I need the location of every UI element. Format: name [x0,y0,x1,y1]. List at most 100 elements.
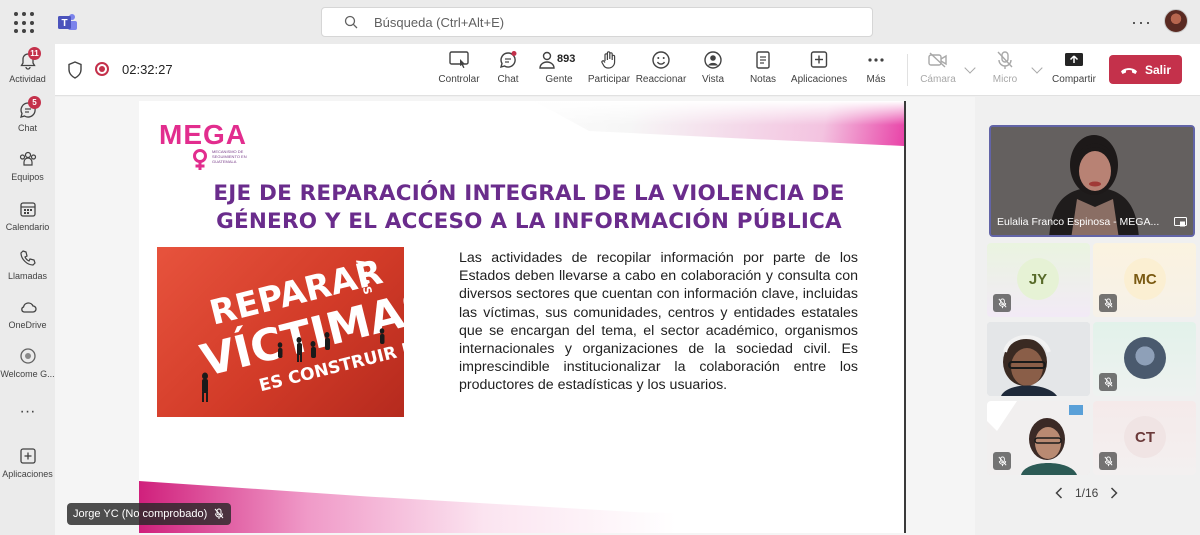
mic-button[interactable]: Micro [976,50,1034,85]
participant-tile-jy[interactable]: JY [987,243,1090,317]
decorative-band-top [534,101,904,146]
decorative-band-bottom [139,481,904,533]
share-screen-control-icon [449,51,469,69]
react-button[interactable]: Reaccionar [632,50,690,85]
participant-video [987,322,1090,396]
leave-meeting-button[interactable]: Salir [1109,55,1182,84]
rail-item-label: Aplicaciones [2,469,53,479]
mega-logo-text: MEGA [159,119,247,150]
people-count: 893 [557,53,576,65]
participant-tile-video-man[interactable] [987,322,1090,396]
female-symbol-icon [193,149,207,170]
shield-icon[interactable] [67,61,83,79]
meeting-toolbar: 02:32:27 Controlar Chat 893 Gente Partic… [55,44,1200,96]
mic-off-icon [1103,455,1113,466]
leave-label: Salir [1144,62,1171,77]
emoji-icon [652,51,670,69]
presentation-slide: MEGA MECANISMO DE SEGUIMIENTO EN GUATEMA… [139,101,906,533]
apps-button[interactable]: Aplicaciones [788,50,850,85]
participant-tile-ct[interactable]: CT [1093,401,1196,475]
raise-hand-icon [601,51,616,69]
rail-item-equipos[interactable]: Equipos [0,149,55,182]
rail-item-label: Chat [17,123,37,133]
toolbar-divider [907,54,908,86]
chat-icon [499,51,517,69]
mic-off-icon [1103,376,1113,387]
rail-item-calendario[interactable]: Calendario [0,199,55,232]
rail-item-label: Actividad [9,74,46,84]
participant-tile-mc[interactable]: MC [1093,243,1196,317]
rail-item-label: Calendario [5,222,50,232]
mic-off-indicator [993,294,1011,312]
reparar-victimas-image: REPARAR A LAS VÍCTIMAS ES CONSTRUIR PAZ [157,247,404,417]
more-options-button[interactable]: ··· [1131,12,1152,33]
rail-item-aplicaciones[interactable]: Aplicaciones [0,446,55,479]
profile-avatar[interactable] [1164,9,1188,33]
toolbar-label: Participar [587,74,631,85]
toolbar-label: Aplicaciones [790,74,848,85]
notes-button[interactable]: Notas [734,50,792,85]
rail-item-label: Llamadas [7,271,48,281]
svg-text:T: T [61,18,67,29]
mic-off-indicator [1099,452,1117,470]
rail-item-llamadas[interactable]: Llamadas [0,248,55,281]
slide-title: EJE DE REPARACIÓN INTEGRAL DE LA VIOLENC… [189,180,869,236]
raise-hand-button[interactable]: Participar [580,50,638,85]
chat-badge: 5 [28,96,41,109]
teams-logo-icon: T [58,14,77,30]
more-actions-button[interactable]: Más [847,50,905,85]
rail-more-apps-button[interactable]: ··· [0,400,55,421]
share-icon [1065,53,1083,66]
meeting-timer: 02:32:27 [122,62,173,77]
mic-off-icon [997,297,1007,308]
gallery-page-indicator: 1/16 [1075,486,1099,500]
rail-item-chat[interactable]: 5 Chat [0,96,55,133]
mural-illustration: REPARAR A LAS VÍCTIMAS ES CONSTRUIR PAZ [195,252,404,402]
mic-off-icon [214,508,224,519]
mic-off-icon [1103,297,1113,308]
rail-item-welcome[interactable]: Welcome G... [0,346,55,379]
rail-item-onedrive[interactable]: OneDrive [0,297,55,330]
mega-logo-subtitle: MECANISMO DE SEGUIMIENTO EN GUATEMALA [212,149,247,164]
search-box[interactable]: Búsqueda (Ctrl+Alt+E) [321,7,873,37]
participant-tile-photo[interactable] [1093,322,1196,396]
notes-icon [756,51,770,69]
camera-button[interactable]: Cámara [909,50,967,85]
camera-off-icon [928,52,947,68]
mic-off-icon [997,51,1013,69]
participant-tile-video-woman[interactable] [987,401,1090,475]
presenter-name-tag: Jorge YC (No comprobado) [67,503,232,525]
presenter-name: Jorge YC (No comprobado) [73,508,208,520]
toolbar-label: Notas [749,74,777,85]
teams-icon [19,151,36,166]
gallery-pager: 1/16 [1055,486,1118,500]
view-icon [704,51,722,69]
phone-icon [19,250,36,266]
rail-item-actividad[interactable]: 11 Actividad [0,47,55,84]
mic-off-indicator [1099,373,1117,391]
avatar-mc: MC [1124,258,1166,300]
toolbar-label: Reaccionar [635,74,687,85]
search-placeholder: Búsqueda (Ctrl+Alt+E) [374,14,505,30]
slide-body-text: Las actividades de recopilar información… [459,250,858,394]
screen-share-indicator-icon [1174,217,1187,227]
avatar-jy: JY [1017,258,1059,300]
avatar-photo [1124,337,1166,379]
recording-indicator-icon [95,62,109,76]
welcome-app-icon [19,348,36,364]
chevron-left-icon[interactable] [1055,487,1063,499]
main-participant-name: Eulalia Franco Espinosa - MEGA... [997,216,1160,228]
toolbar-label: Compartir [1052,74,1096,85]
add-apps-icon [810,51,828,68]
participant-tile-main[interactable]: Eulalia Franco Espinosa - MEGA... [989,125,1195,237]
toolbar-label: Micro [992,74,1018,85]
rail-item-label: Equipos [11,172,44,182]
share-button[interactable]: Compartir [1045,50,1103,85]
cloud-icon [20,302,37,313]
participant-gallery: Eulalia Franco Espinosa - MEGA... JY MC [975,97,1200,535]
app-launcher-icon[interactable] [14,12,36,34]
slide-title-line1: EJE DE REPARACIÓN INTEGRAL DE LA VIOLENC… [213,181,845,206]
avatar-ct: CT [1124,416,1166,458]
mic-off-indicator [1099,294,1117,312]
chevron-right-icon[interactable] [1110,487,1118,499]
